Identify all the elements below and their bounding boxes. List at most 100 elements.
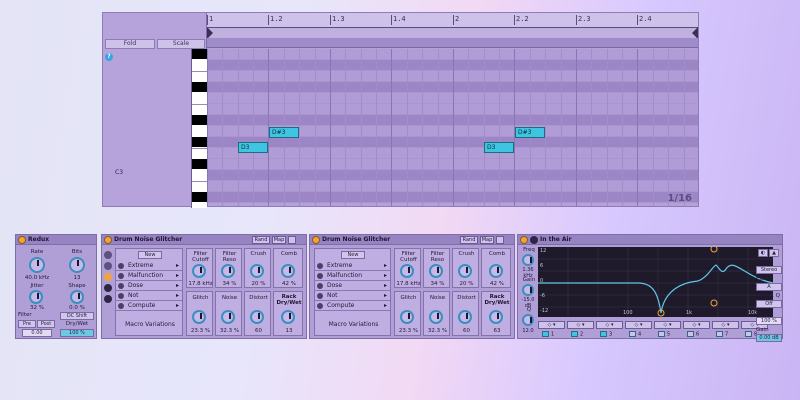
- macro-knob[interactable]: [281, 264, 295, 278]
- filter-value-field[interactable]: 0.00: [22, 329, 52, 337]
- show-variations-icon[interactable]: [104, 262, 112, 270]
- rate-knob[interactable]: [29, 257, 45, 273]
- macro-knob[interactable]: [458, 264, 472, 278]
- eq-band-handle[interactable]: [710, 299, 718, 307]
- macro-filter-cutoff[interactable]: Filter Cutoff 17.8 kHz: [186, 248, 213, 288]
- midi-note[interactable]: D3: [484, 142, 514, 153]
- rack-menu-icon[interactable]: [496, 236, 504, 244]
- q-knob[interactable]: [522, 314, 534, 326]
- dc-shift-button[interactable]: DC Shift: [60, 312, 94, 320]
- adapt-q-toggle[interactable]: Off: [756, 300, 782, 308]
- rand-button[interactable]: Rand: [252, 236, 270, 244]
- macro-knob[interactable]: [221, 310, 235, 324]
- map-button[interactable]: Map: [272, 236, 286, 244]
- macro-comb[interactable]: Comb 42 %: [481, 248, 511, 288]
- macro-noise[interactable]: Noise 32.3 %: [423, 291, 450, 336]
- power-button[interactable]: [312, 236, 320, 244]
- macro-knob[interactable]: [400, 264, 414, 278]
- show-macros-icon[interactable]: [104, 251, 112, 259]
- fold-button[interactable]: Fold: [105, 39, 155, 49]
- show-map-icon[interactable]: [104, 295, 112, 303]
- eq-band-handle[interactable]: [710, 245, 718, 253]
- band-toggle[interactable]: 3: [600, 331, 627, 339]
- power-button[interactable]: [18, 236, 26, 244]
- rack-menu-icon[interactable]: [288, 236, 296, 244]
- macro-knob[interactable]: [221, 264, 235, 278]
- freq-knob[interactable]: [522, 254, 534, 266]
- macro-knob[interactable]: [489, 264, 503, 278]
- macro-comb[interactable]: Comb 42 %: [273, 248, 303, 288]
- variation-item[interactable]: Compute ▸: [315, 301, 390, 311]
- variation-item[interactable]: Not ▸: [315, 291, 390, 301]
- macro-rack-drywet[interactable]: Rack Dry/Wet 13: [273, 291, 303, 336]
- shape-knob[interactable]: [70, 290, 84, 304]
- variation-item[interactable]: Extreme ▸: [315, 261, 390, 271]
- drywet-value-field[interactable]: 100 %: [60, 329, 94, 337]
- macro-rack-drywet[interactable]: Rack Dry/Wet 63: [481, 291, 511, 336]
- expand-icon[interactable]: [530, 236, 538, 244]
- post-button[interactable]: Post: [37, 320, 55, 328]
- variation-item[interactable]: Malfunction ▸: [315, 271, 390, 281]
- macro-crush[interactable]: Crush 20 %: [452, 248, 479, 288]
- band-toggle[interactable]: 6: [687, 331, 714, 339]
- macro-knob[interactable]: [250, 310, 264, 324]
- scale-field[interactable]: 100 %: [756, 317, 782, 325]
- rand-button[interactable]: Rand: [460, 236, 478, 244]
- note-grid[interactable]: D#3 D3 D3 D#3 1/16: [207, 49, 698, 206]
- output-gain-field[interactable]: 0.00 dB: [756, 334, 782, 342]
- bits-knob[interactable]: [69, 257, 85, 273]
- audition-button[interactable]: ◐: [758, 249, 768, 257]
- macro-knob[interactable]: [458, 310, 472, 324]
- macro-crush[interactable]: Crush 20 %: [244, 248, 271, 288]
- macro-knob[interactable]: [250, 264, 264, 278]
- macro-filter-reso[interactable]: Filter Reso 34 %: [215, 248, 242, 288]
- macro-knob[interactable]: [429, 264, 443, 278]
- band-toggle[interactable]: 7: [716, 331, 743, 339]
- gain-knob[interactable]: [522, 284, 534, 296]
- variation-item[interactable]: Malfunction ▸: [116, 271, 182, 281]
- band-toggle[interactable]: 2: [571, 331, 598, 339]
- macro-noise[interactable]: Noise 32.3 %: [215, 291, 242, 336]
- scale-button[interactable]: Scale: [157, 39, 205, 49]
- macro-distort[interactable]: Distort 60: [452, 291, 479, 336]
- help-icon[interactable]: ?: [105, 53, 113, 61]
- macro-knob[interactable]: [429, 310, 443, 324]
- power-button[interactable]: [104, 236, 112, 244]
- power-button[interactable]: [520, 236, 528, 244]
- jitter-knob[interactable]: [29, 290, 43, 304]
- piano-keys[interactable]: [191, 49, 208, 208]
- variation-item[interactable]: Dose ▸: [315, 281, 390, 291]
- band-filter-type[interactable]: ◇ ▾: [567, 321, 594, 329]
- show-devices-icon[interactable]: [104, 284, 112, 292]
- pre-button[interactable]: Pre: [18, 320, 36, 328]
- macro-knob[interactable]: [400, 310, 414, 324]
- new-variation-button[interactable]: New: [138, 251, 162, 259]
- band-toggle[interactable]: 1: [542, 331, 569, 339]
- eq-response-graph[interactable]: 12 6 0 -6 -12 100 1k 10k: [538, 245, 774, 317]
- show-chain-icon[interactable]: [104, 273, 112, 281]
- macro-knob[interactable]: [192, 310, 206, 324]
- midi-note[interactable]: D3: [238, 142, 268, 153]
- macro-filter-reso[interactable]: Filter Reso 34 %: [423, 248, 450, 288]
- macro-distort[interactable]: Distort 60: [244, 291, 271, 336]
- mode-dropdown[interactable]: Stereo: [756, 266, 782, 274]
- oversampling-button[interactable]: ▲: [769, 249, 779, 257]
- band-filter-type[interactable]: ◇ ▾: [538, 321, 565, 329]
- new-variation-button[interactable]: New: [341, 251, 365, 259]
- band-toggle[interactable]: 4: [629, 331, 656, 339]
- macro-filter-cutoff[interactable]: Filter Cutoff 17.8 kHz: [394, 248, 421, 288]
- band-filter-type[interactable]: ◇ ▾: [596, 321, 623, 329]
- macro-knob[interactable]: [192, 264, 206, 278]
- variation-item[interactable]: Extreme ▸: [116, 261, 182, 271]
- edit-button[interactable]: A: [756, 283, 782, 291]
- band-filter-type[interactable]: ◇ ▾: [654, 321, 681, 329]
- variation-item[interactable]: Dose ▸: [116, 281, 182, 291]
- map-button[interactable]: Map: [480, 236, 494, 244]
- band-toggle[interactable]: 5: [658, 331, 685, 339]
- variation-item[interactable]: Not ▸: [116, 291, 182, 301]
- grid-resolution-label[interactable]: 1/16: [667, 193, 692, 204]
- midi-note[interactable]: D#3: [269, 127, 299, 138]
- macro-glitch[interactable]: Glitch 23.3 %: [394, 291, 421, 336]
- band-filter-type[interactable]: ◇ ▾: [683, 321, 710, 329]
- band-filter-type[interactable]: ◇ ▾: [625, 321, 652, 329]
